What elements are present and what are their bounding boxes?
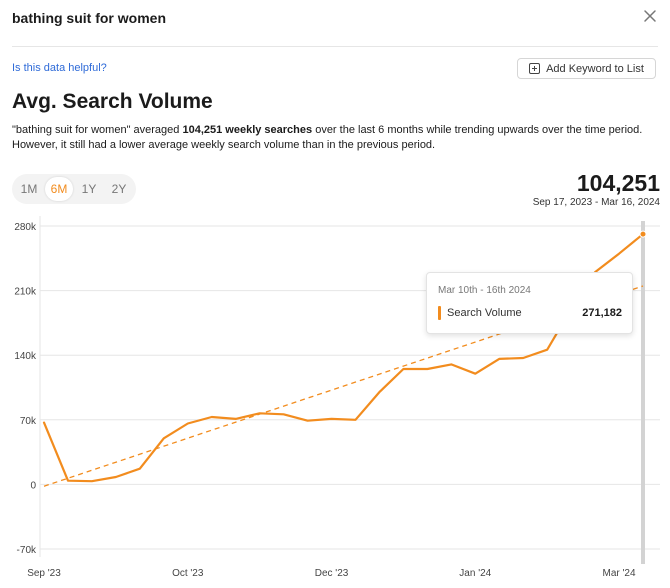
y-tick-label: 280k [14, 222, 37, 233]
date-range: Sep 17, 2023 - Mar 16, 2024 [532, 197, 660, 208]
chart-tooltip: Mar 10th - 16th 2024 Search Volume 271,1… [426, 272, 633, 334]
tab-2y[interactable]: 2Y [105, 177, 133, 201]
tooltip-date: Mar 10th - 16th 2024 [438, 285, 531, 296]
close-icon[interactable] [642, 8, 658, 24]
tooltip-series-marker [438, 306, 441, 320]
x-tick-label: Mar '24 [603, 568, 636, 579]
plus-square-icon [529, 63, 541, 74]
x-tick-label: Dec '23 [315, 568, 349, 579]
hover-highlight-bar [641, 221, 645, 564]
y-tick-label: 70k [20, 416, 37, 427]
y-tick-label: 140k [14, 351, 37, 362]
y-tick-label: 0 [30, 480, 36, 491]
tab-6m[interactable]: 6M [45, 177, 73, 201]
section-title: Avg. Search Volume [12, 90, 213, 113]
keyword-title: bathing suit for women [12, 10, 166, 26]
y-tick-label: -70k [17, 545, 37, 556]
x-tick-label: Oct '23 [172, 568, 204, 579]
x-tick-label: Jan '24 [459, 568, 491, 579]
summary-part1: "bathing suit for women" averaged [12, 124, 183, 136]
header-divider [12, 46, 658, 47]
data-helpful-link[interactable]: Is this data helpful? [12, 62, 107, 74]
tab-1y[interactable]: 1Y [75, 177, 103, 201]
summary-bold: 104,251 weekly searches [182, 124, 313, 136]
tooltip-value: 271,182 [582, 307, 622, 319]
range-tabs: 1M 6M 1Y 2Y [12, 174, 136, 204]
tab-1m[interactable]: 1M [15, 177, 43, 201]
x-tick-label: Sep '23 [27, 568, 61, 579]
search-volume-chart[interactable]: -70k 0 70k 140k 210k 280k Sep '23 Oct '23 Dec '2… [0, 210, 670, 588]
highlight-point [639, 230, 647, 238]
summary-text: "bathing suit for women" averaged 104,25… [12, 123, 660, 153]
tooltip-series-label: Search Volume [447, 307, 522, 319]
add-keyword-button[interactable]: Add Keyword to List [517, 58, 656, 79]
average-volume: 104,251 [576, 170, 660, 196]
add-keyword-label: Add Keyword to List [546, 62, 644, 75]
y-tick-label: 210k [14, 287, 37, 298]
